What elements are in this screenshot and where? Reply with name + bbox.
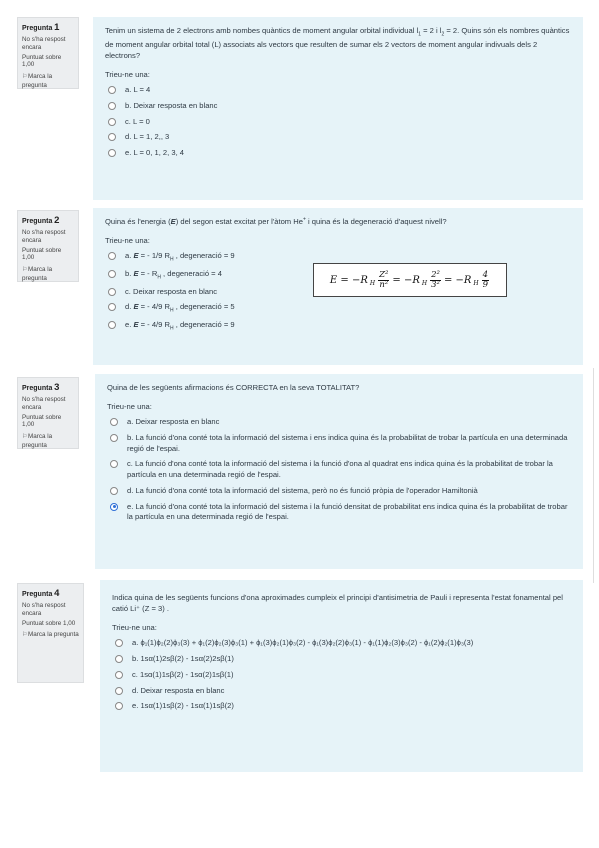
radio-button[interactable] <box>108 101 116 110</box>
radio-button[interactable] <box>108 149 116 158</box>
question-score: Puntuat sobre 1,00 <box>22 53 62 69</box>
radio-button[interactable] <box>108 303 116 312</box>
question-2-info: Pregunta 2 No s'ha respost encara Puntua… <box>17 210 79 282</box>
question-3-info: Pregunta 3 No s'ha respost encara Puntua… <box>17 377 79 449</box>
flag-question-button[interactable]: ⚐Marca la pregunta <box>22 631 79 640</box>
radio-button[interactable] <box>108 252 116 261</box>
answer-option-b[interactable]: b. Deixar resposta en blanc <box>105 101 571 112</box>
question-1-info: Pregunta 1 No s'ha respost encara Puntua… <box>17 17 79 89</box>
fraction: 2² 3² <box>430 269 441 290</box>
answer-prompt: Trieu-ne una: <box>112 623 157 632</box>
question-text: Quina de les següents afirmacions és COR… <box>107 383 360 392</box>
answer-option-c[interactable]: c. La funció d'ona conté tota la informa… <box>107 459 571 480</box>
answer-option-e[interactable]: e. E = - 4/9 RH , degeneració = 9 <box>105 320 571 333</box>
question-label: Pregunta 4 <box>22 588 60 599</box>
radio-button[interactable] <box>115 655 123 663</box>
question-state: No s'ha respost encara <box>22 395 66 411</box>
radio-button[interactable] <box>115 639 123 648</box>
question-1-content: Tenim un sistema de 2 electrons amb nomb… <box>93 17 583 200</box>
radio-button[interactable] <box>108 117 116 126</box>
radio-button-selected[interactable] <box>110 502 118 511</box>
fraction: 49 <box>481 269 490 290</box>
radio-button[interactable] <box>110 486 118 495</box>
answer-option-d[interactable]: d. Deixar resposta en blanc <box>112 686 571 697</box>
answer-option-e[interactable]: e. L = 0, 1, 2, 3, 4 <box>105 148 571 159</box>
question-label: Pregunta 2 <box>22 215 60 226</box>
question-state: No s'ha respost encara <box>22 228 66 244</box>
answer-prompt: Trieu-ne una: <box>105 69 150 79</box>
energy-formula-image: E = −R H Z² n² = −R H 2² 3² = −R H 49 <box>313 263 507 297</box>
question-4-info: Pregunta 4 No s'ha respost encara Puntua… <box>17 583 84 683</box>
question-state: No s'ha respost encara <box>22 35 66 51</box>
answer-option-e[interactable]: e. 1sα(1)1sβ(2) - 1sα(1)1sβ(2) <box>112 701 571 712</box>
question-label: Pregunta 3 <box>22 382 60 393</box>
radio-button[interactable] <box>110 460 118 469</box>
answer-prompt: Trieu-ne una: <box>105 236 150 245</box>
question-text: Quina és l'energia (E) del segon estat e… <box>105 216 447 226</box>
answer-option-d[interactable]: d. L = 1, 2,, 3 <box>105 132 571 143</box>
radio-button[interactable] <box>108 269 116 278</box>
flag-question-button[interactable]: ⚐Marca la pregunta <box>22 433 74 449</box>
question-score: Puntuat sobre 1,00 <box>22 246 62 262</box>
answer-option-a[interactable]: a. Deixar resposta en blanc <box>107 417 571 428</box>
flag-question-button[interactable]: ⚐Marca la pregunta <box>22 73 74 89</box>
question-text: Indica quina de les següents funcions d'… <box>112 593 563 613</box>
flag-question-button[interactable]: ⚐Marca la pregunta <box>22 266 74 282</box>
fraction: Z² n² <box>378 269 390 290</box>
answer-option-a[interactable]: a. E = - 1/9 RH , degeneració = 9 <box>105 251 571 264</box>
answer-option-e[interactable]: e. La funció d'ona conté tota la informa… <box>107 502 571 523</box>
radio-button[interactable] <box>115 686 123 695</box>
question-score: Puntuat sobre 1,00 <box>22 619 76 627</box>
question-4-content: Indica quina de les següents funcions d'… <box>100 580 583 772</box>
answer-option-a[interactable]: a. L = 4 <box>105 85 571 96</box>
radio-button[interactable] <box>110 418 118 427</box>
radio-button[interactable] <box>110 434 118 442</box>
question-text: Tenim un sistema de 2 electrons amb nomb… <box>105 26 570 60</box>
radio-button[interactable] <box>115 670 123 679</box>
question-state: No s'ha respost encara <box>22 601 66 617</box>
page-divider <box>593 368 594 583</box>
radio-button[interactable] <box>108 321 116 330</box>
question-label: Pregunta 1 <box>22 22 60 33</box>
radio-button[interactable] <box>115 702 123 711</box>
radio-button[interactable] <box>108 133 116 142</box>
answer-option-b[interactable]: b. La funció d'ona conté tota la informa… <box>107 433 571 454</box>
question-3-content: Quina de les següents afirmacions és COR… <box>95 374 583 569</box>
radio-button[interactable] <box>108 287 116 296</box>
answer-option-d[interactable]: d. La funció d'ona conté tota la informa… <box>107 486 571 497</box>
radio-button[interactable] <box>108 85 116 94</box>
answer-option-d[interactable]: d. E = - 4/9 RH , degeneració = 5 <box>105 302 571 315</box>
answer-option-b[interactable]: b. 1sα(1)2sβ(2) - 1sα(2)2sβ(1) <box>112 654 571 665</box>
answer-option-a[interactable]: a. ϕ₁(1)ϕ₂(2)ϕ₃(3) + ϕ₁(2)ϕ₂(3)ϕ₃(1) + ϕ… <box>112 638 571 649</box>
answer-option-c[interactable]: c. 1sα(1)1sβ(2) - 1sα(2)1sβ(1) <box>112 670 571 681</box>
answer-prompt: Trieu-ne una: <box>107 402 152 411</box>
answer-option-c[interactable]: c. L = 0 <box>105 117 571 128</box>
question-score: Puntuat sobre 1,00 <box>22 413 62 429</box>
